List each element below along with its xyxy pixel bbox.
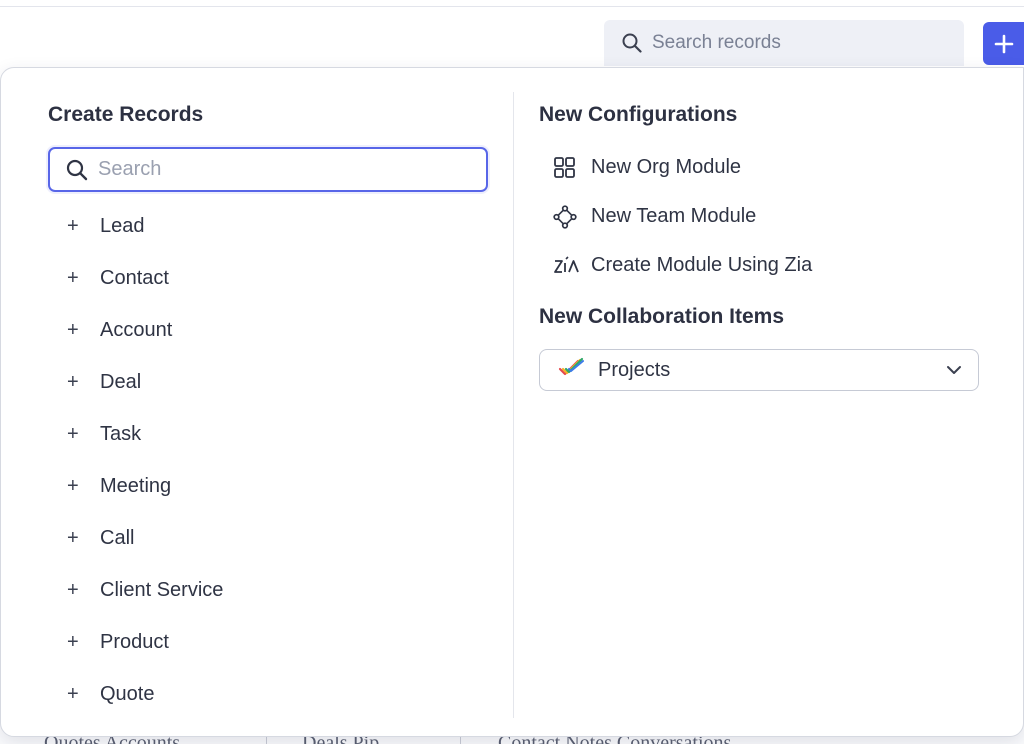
org-module-icon <box>553 155 591 181</box>
plus-icon: + <box>67 630 79 653</box>
column-divider <box>513 92 514 718</box>
record-item-label: Quote <box>100 682 155 705</box>
record-item-label: Meeting <box>100 474 172 497</box>
config-item-label: New Team Module <box>591 205 757 227</box>
search-icon <box>622 33 642 53</box>
config-item-label: Create Module Using Zia <box>591 254 813 276</box>
record-item-deal[interactable]: + Deal <box>67 356 223 408</box>
chevron-down-icon <box>946 362 962 383</box>
record-item-label: Task <box>100 422 142 445</box>
record-item-call[interactable]: + Call <box>67 512 223 564</box>
collaboration-title: New Collaboration Items <box>539 305 785 328</box>
team-module-icon <box>553 204 591 230</box>
create-records-search-input[interactable] <box>98 158 458 181</box>
create-records-search[interactable] <box>48 147 488 192</box>
collaboration-select[interactable]: Projects <box>539 349 979 391</box>
projects-icon <box>558 357 584 384</box>
record-item-label: Client Service <box>100 578 224 601</box>
config-item-create-module-zia[interactable]: Create Module Using Zia <box>553 241 812 290</box>
record-item-account[interactable]: + Account <box>67 304 223 356</box>
record-item-task[interactable]: + Task <box>67 408 223 460</box>
record-item-quote[interactable]: + Quote <box>67 668 223 720</box>
create-records-title: Create Records <box>48 103 204 126</box>
zia-icon <box>553 253 591 279</box>
record-item-label: Contact <box>100 266 169 289</box>
plus-icon: + <box>67 370 79 393</box>
topbar-divider <box>0 6 1024 7</box>
record-item-meeting[interactable]: + Meeting <box>67 460 223 512</box>
plus-icon: + <box>67 318 79 341</box>
plus-icon: + <box>67 266 79 289</box>
collaboration-select-value: Projects <box>598 358 671 381</box>
global-search-placeholder: Search records <box>652 32 781 53</box>
global-search-box[interactable]: Search records <box>604 20 964 66</box>
create-records-list: + Lead + Contact + Account + Deal + Task… <box>67 200 223 720</box>
plus-icon <box>994 34 1013 53</box>
config-item-new-team-module[interactable]: New Team Module <box>553 192 812 241</box>
quick-create-panel: Create Records + Lead + Contact + Accoun… <box>0 67 1024 737</box>
add-new-button[interactable] <box>983 22 1024 65</box>
plus-icon: + <box>67 578 79 601</box>
record-item-product[interactable]: + Product <box>67 616 223 668</box>
record-item-client-service[interactable]: + Client Service <box>67 564 223 616</box>
config-item-label: New Org Module <box>591 156 742 178</box>
record-item-lead[interactable]: + Lead <box>67 200 223 252</box>
plus-icon: + <box>67 214 79 237</box>
plus-icon: + <box>67 474 79 497</box>
search-icon <box>66 159 88 180</box>
plus-icon: + <box>67 682 79 705</box>
plus-icon: + <box>67 526 79 549</box>
record-item-label: Lead <box>100 214 145 237</box>
plus-icon: + <box>67 422 79 445</box>
record-item-label: Product <box>100 630 169 653</box>
record-item-label: Call <box>100 526 135 549</box>
record-item-contact[interactable]: + Contact <box>67 252 223 304</box>
new-configurations-list: New Org Module New Team Module Create Mo… <box>553 143 812 290</box>
record-item-label: Deal <box>100 370 142 393</box>
record-item-label: Account <box>100 318 173 341</box>
config-item-new-org-module[interactable]: New Org Module <box>553 143 812 192</box>
new-configurations-title: New Configurations <box>539 103 738 126</box>
